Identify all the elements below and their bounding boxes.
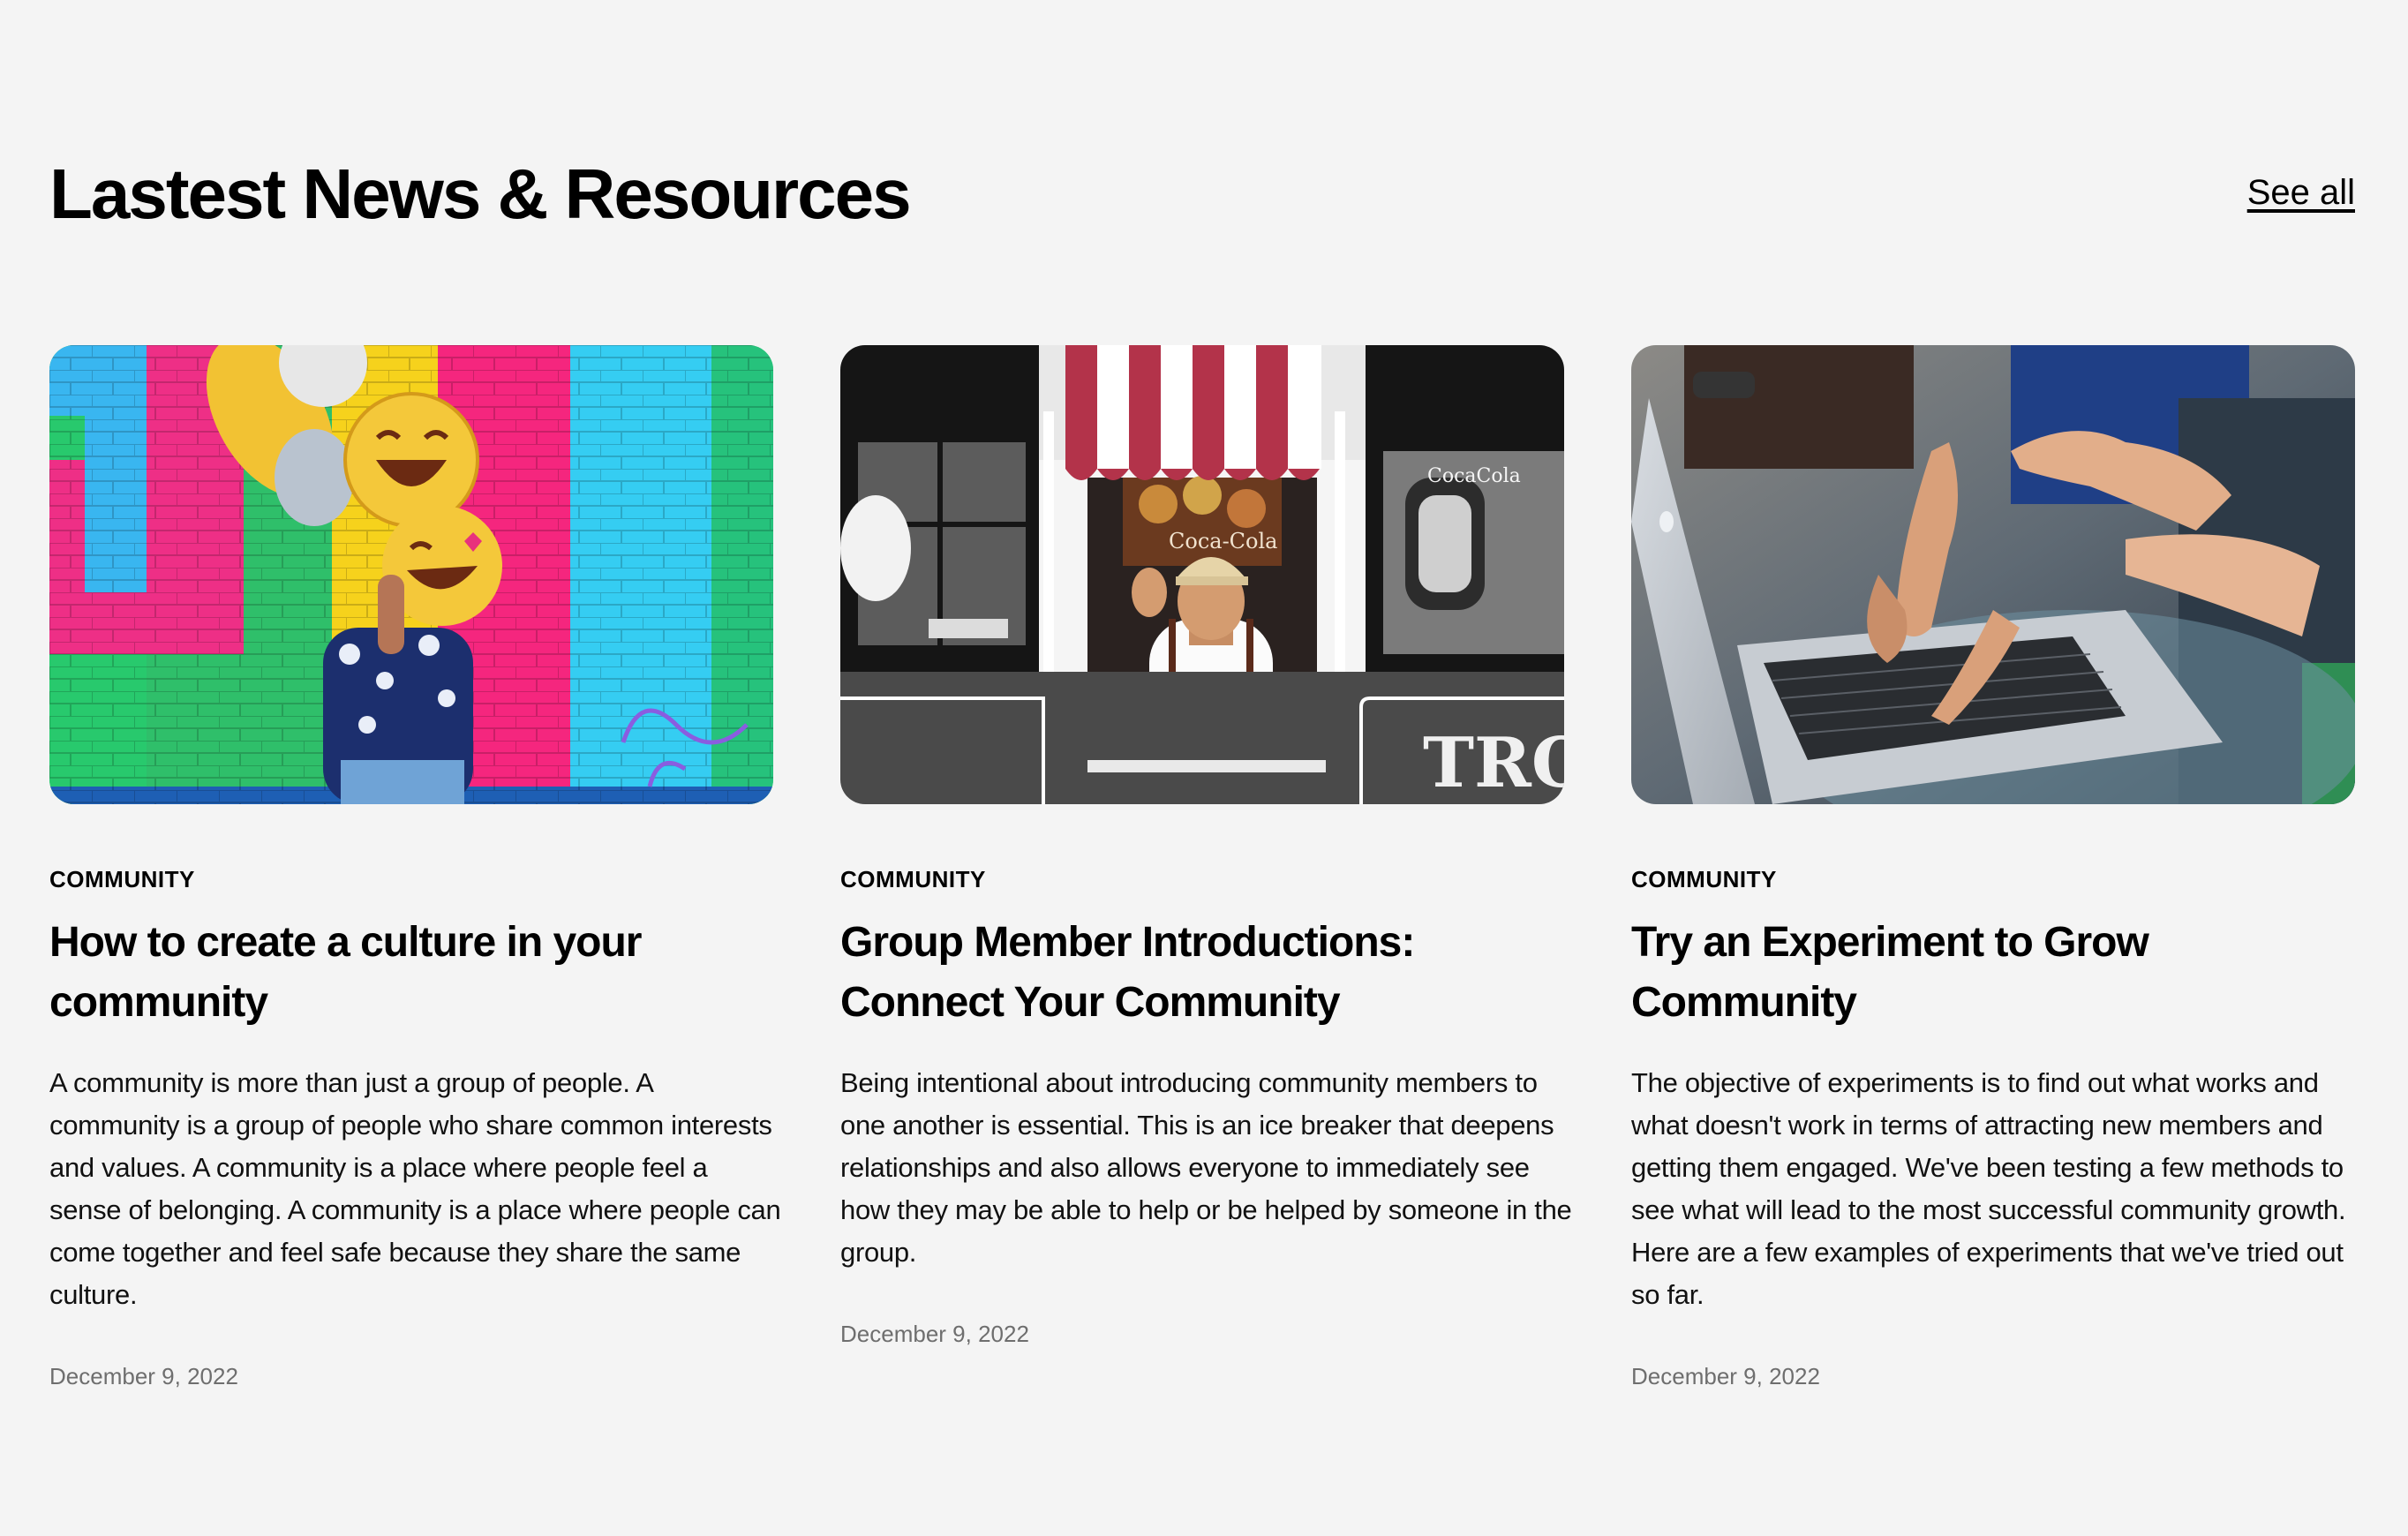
news-card-culture[interactable]: COMMUNITY How to create a culture in you… (49, 345, 781, 1389)
card-excerpt: The objective of experiments is to find … (1631, 1067, 2346, 1310)
card-image-emoji-balloons[interactable] (49, 345, 773, 804)
news-card-introductions[interactable]: CocaCola Coca-Cola TRO COMMUNITY Group M… (840, 345, 1572, 1347)
svg-text:TRO: TRO (1423, 723, 1564, 803)
card-title[interactable]: Try an Experiment to Grow Community (1631, 913, 2355, 1033)
card-title[interactable]: How to create a culture in your communit… (49, 913, 773, 1033)
card-category: COMMUNITY (49, 866, 195, 892)
card-date: December 9, 2022 (49, 1363, 238, 1389)
card-excerpt: Being intentional about introducing comm… (840, 1067, 1572, 1268)
card-date: December 9, 2022 (840, 1321, 1029, 1347)
emoji-balloons-photo (49, 345, 773, 804)
vendor-window-photo: CocaCola Coca-Cola TRO (840, 345, 1564, 804)
section-title: Lastest News & Resources (49, 154, 912, 233)
card-category: COMMUNITY (1631, 866, 1777, 892)
news-card-experiment[interactable]: COMMUNITY Try an Experiment to Grow Comm… (1631, 345, 2355, 1389)
section-header: Lastest News & Resources See all (49, 141, 2355, 247)
card-image-laptop[interactable] (1631, 345, 2355, 804)
card-category: COMMUNITY (840, 866, 986, 892)
card-date: December 9, 2022 (1631, 1363, 1820, 1389)
card-title[interactable]: Group Member Introductions: Connect Your… (840, 913, 1564, 1033)
svg-text:CocaCola: CocaCola (1427, 465, 1521, 487)
svg-text:Coca-Cola: Coca-Cola (1169, 529, 1277, 553)
card-image-vendor-window[interactable]: CocaCola Coca-Cola TRO (840, 345, 1564, 804)
card-excerpt: A community is more than just a group of… (49, 1067, 781, 1310)
news-cards: COMMUNITY How to create a culture in you… (49, 345, 2355, 1404)
laptop-hands-photo (1631, 345, 2355, 804)
see-all-link[interactable]: See all (2247, 166, 2355, 219)
